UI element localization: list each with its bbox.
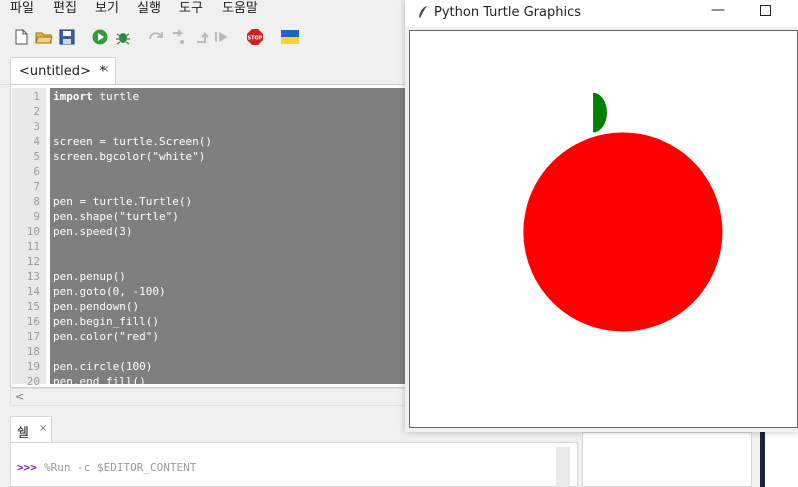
code-line: screen.bgcolor("white") bbox=[53, 149, 205, 164]
step-into-icon[interactable] bbox=[170, 28, 188, 46]
save-icon[interactable] bbox=[58, 28, 76, 46]
step-over-icon[interactable] bbox=[147, 28, 165, 46]
code-line: pen.goto(0, -100) bbox=[53, 284, 166, 299]
code-line: pen.pendown() bbox=[53, 299, 139, 314]
line-number: 19 bbox=[26, 360, 40, 373]
tab-shell[interactable]: 쉘 × bbox=[10, 416, 52, 443]
code-line: pen.end_fill() bbox=[53, 374, 146, 388]
code-line: screen = turtle.Screen() bbox=[53, 134, 212, 149]
code-line: pen.penup() bbox=[53, 269, 126, 284]
code-editor[interactable]: 1 2 3 4 5 6 7 8 9 10 11 12 13 14 15 16 17 18 19 20 import t… bbox=[10, 84, 408, 388]
background-window-body bbox=[765, 432, 798, 487]
line-number: 20 bbox=[26, 375, 40, 388]
turtle-canvas bbox=[409, 30, 798, 428]
menu-help[interactable]: 도움말 bbox=[222, 0, 258, 16]
shell-command: %Run -c $EDITOR_CONTENT bbox=[44, 461, 197, 474]
code-text: screen.bgcolor("white") bbox=[53, 150, 206, 163]
run-icon[interactable] bbox=[91, 28, 109, 46]
horizontal-scrollbar[interactable]: < bbox=[10, 388, 408, 406]
line-number: 4 bbox=[33, 135, 40, 148]
stop-icon-label: STOP bbox=[248, 36, 263, 42]
resume-icon[interactable] bbox=[213, 28, 231, 46]
menu-run[interactable]: 실행 bbox=[137, 0, 161, 16]
code-text: pen.goto(0, -100) bbox=[53, 285, 166, 298]
code-text: turtle bbox=[92, 90, 140, 103]
code-text: pen.penup() bbox=[53, 270, 126, 283]
maximize-button[interactable] bbox=[760, 5, 771, 16]
code-line: pen.circle(100) bbox=[53, 359, 152, 374]
new-file-icon[interactable] bbox=[12, 28, 30, 46]
editor-tab-untitled[interactable]: <untitled> * × bbox=[10, 57, 116, 84]
code-text: pen.speed(3) bbox=[53, 225, 133, 238]
window-title: Python Turtle Graphics bbox=[434, 5, 581, 20]
line-number: 8 bbox=[33, 195, 40, 208]
line-number: 6 bbox=[33, 165, 40, 178]
debug-icon[interactable] bbox=[114, 28, 132, 46]
code-line: pen.speed(3) bbox=[53, 224, 132, 239]
line-number: 18 bbox=[26, 345, 40, 358]
line-number: 13 bbox=[26, 270, 40, 283]
shell-console[interactable]: >>> %Run -c $EDITOR_CONTENT bbox=[10, 442, 578, 487]
code-text: pen.color("red") bbox=[53, 330, 159, 343]
open-folder-icon[interactable] bbox=[35, 28, 53, 46]
editor-tab-bar: <untitled> * × bbox=[0, 52, 410, 85]
window-title-bar[interactable]: Python Turtle Graphics — bbox=[405, 0, 798, 27]
code-text: screen = turtle.Screen() bbox=[53, 135, 212, 148]
line-number: 15 bbox=[26, 300, 40, 313]
step-out-icon[interactable] bbox=[193, 28, 211, 46]
feather-icon bbox=[419, 6, 427, 18]
close-icon[interactable]: × bbox=[39, 423, 47, 434]
line-number: 10 bbox=[26, 225, 40, 238]
code-line: pen.shape("turtle") bbox=[53, 209, 179, 224]
code-line: import turtle bbox=[53, 89, 139, 104]
code-line: pen.begin_fill() bbox=[53, 314, 159, 329]
line-number: 5 bbox=[33, 150, 40, 163]
side-panel bbox=[582, 432, 752, 487]
code-line: pen.color("red") bbox=[53, 329, 159, 344]
line-number: 1 bbox=[33, 90, 40, 103]
stop-icon[interactable]: STOP bbox=[246, 28, 264, 46]
line-number: 2 bbox=[33, 105, 40, 118]
line-number: 7 bbox=[33, 180, 40, 193]
line-number: 14 bbox=[26, 285, 40, 298]
line-number: 16 bbox=[26, 315, 40, 328]
code-line: pen = turtle.Turtle() bbox=[53, 194, 192, 209]
menu-file[interactable]: 파일 bbox=[10, 0, 34, 16]
code-text: pen = turtle.Turtle() bbox=[53, 195, 193, 208]
line-number-gutter: 1 2 3 4 5 6 7 8 9 10 11 12 13 14 15 16 17 18 19 20 bbox=[12, 88, 46, 387]
code-text: pen.end_fill() bbox=[53, 375, 146, 388]
toolbar: STOP bbox=[0, 24, 410, 52]
line-number: 11 bbox=[26, 240, 40, 253]
shell-scrollbar[interactable] bbox=[556, 447, 570, 487]
editor-tab-label: <untitled> * bbox=[19, 64, 106, 79]
minimize-button[interactable]: — bbox=[711, 2, 725, 18]
code-keyword: import bbox=[53, 90, 93, 103]
menu-tools[interactable]: 도구 bbox=[179, 0, 203, 16]
line-number: 12 bbox=[26, 255, 40, 268]
turtle-graphics-window[interactable]: Python Turtle Graphics — bbox=[405, 0, 798, 432]
code-text: pen.shape("turtle") bbox=[53, 210, 179, 223]
line-number: 3 bbox=[33, 120, 40, 133]
menu-view[interactable]: 보기 bbox=[95, 0, 119, 16]
apple-circle bbox=[523, 132, 723, 332]
ukraine-flag-icon[interactable] bbox=[281, 30, 299, 44]
line-number: 9 bbox=[33, 210, 40, 223]
line-number: 17 bbox=[26, 330, 40, 343]
code-text: pen.circle(100) bbox=[53, 360, 153, 373]
menu-bar: 파일 편집 보기 실행 도구 도움말 bbox=[0, 0, 410, 24]
shell-prompt: >>> bbox=[17, 461, 37, 474]
apple-leaf bbox=[593, 92, 607, 133]
menu-edit[interactable]: 편집 bbox=[53, 0, 77, 16]
shell-tab-label: 쉘 bbox=[17, 426, 29, 441]
code-text: pen.pendown() bbox=[53, 300, 140, 313]
code-area-selected[interactable]: import turtle screen = turtle.Screen() scr… bbox=[50, 88, 406, 387]
code-text: pen.begin_fill() bbox=[53, 315, 159, 328]
close-icon[interactable]: × bbox=[101, 64, 109, 75]
scroll-left-icon[interactable]: < bbox=[15, 390, 24, 403]
